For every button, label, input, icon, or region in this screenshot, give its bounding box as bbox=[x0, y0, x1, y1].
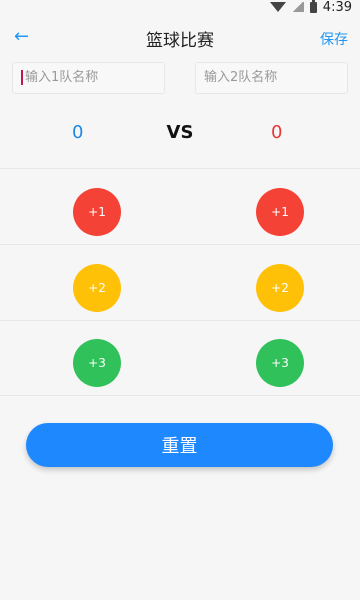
team2-score: 0 bbox=[271, 122, 283, 143]
team1-plus1-button[interactable]: +1 bbox=[73, 188, 121, 236]
divider bbox=[0, 320, 360, 321]
team1-plus2-button[interactable]: +2 bbox=[73, 264, 121, 312]
divider bbox=[0, 395, 360, 396]
status-time: 4:39 bbox=[322, 0, 352, 15]
reset-button[interactable]: 重置 bbox=[26, 423, 333, 467]
text-cursor bbox=[21, 70, 23, 85]
team1-name-input[interactable]: 输入1队名称 bbox=[12, 62, 165, 94]
status-bar: 4:39 bbox=[0, 0, 360, 15]
team1-placeholder: 输入1队名称 bbox=[25, 70, 99, 85]
team2-plus3-button[interactable]: +3 bbox=[256, 339, 304, 387]
team2-placeholder: 输入2队名称 bbox=[204, 70, 278, 85]
team1-plus3-button[interactable]: +3 bbox=[73, 339, 121, 387]
battery-icon bbox=[309, 0, 317, 13]
divider bbox=[0, 168, 360, 169]
divider bbox=[0, 244, 360, 245]
wifi-icon bbox=[269, 2, 286, 12]
score-row: 0 VS 0 bbox=[0, 118, 360, 148]
team2-plus1-button[interactable]: +1 bbox=[256, 188, 304, 236]
team2-name-input[interactable]: 输入2队名称 bbox=[195, 62, 348, 94]
top-bar: ← 篮球比赛 保存 bbox=[0, 22, 360, 54]
vs-label: VS bbox=[166, 122, 194, 143]
page-title: 篮球比赛 bbox=[146, 31, 214, 51]
save-button[interactable]: 保存 bbox=[320, 29, 348, 49]
team2-plus2-button[interactable]: +2 bbox=[256, 264, 304, 312]
team-inputs: 输入1队名称 输入2队名称 bbox=[0, 62, 360, 96]
signal-icon bbox=[291, 2, 304, 12]
